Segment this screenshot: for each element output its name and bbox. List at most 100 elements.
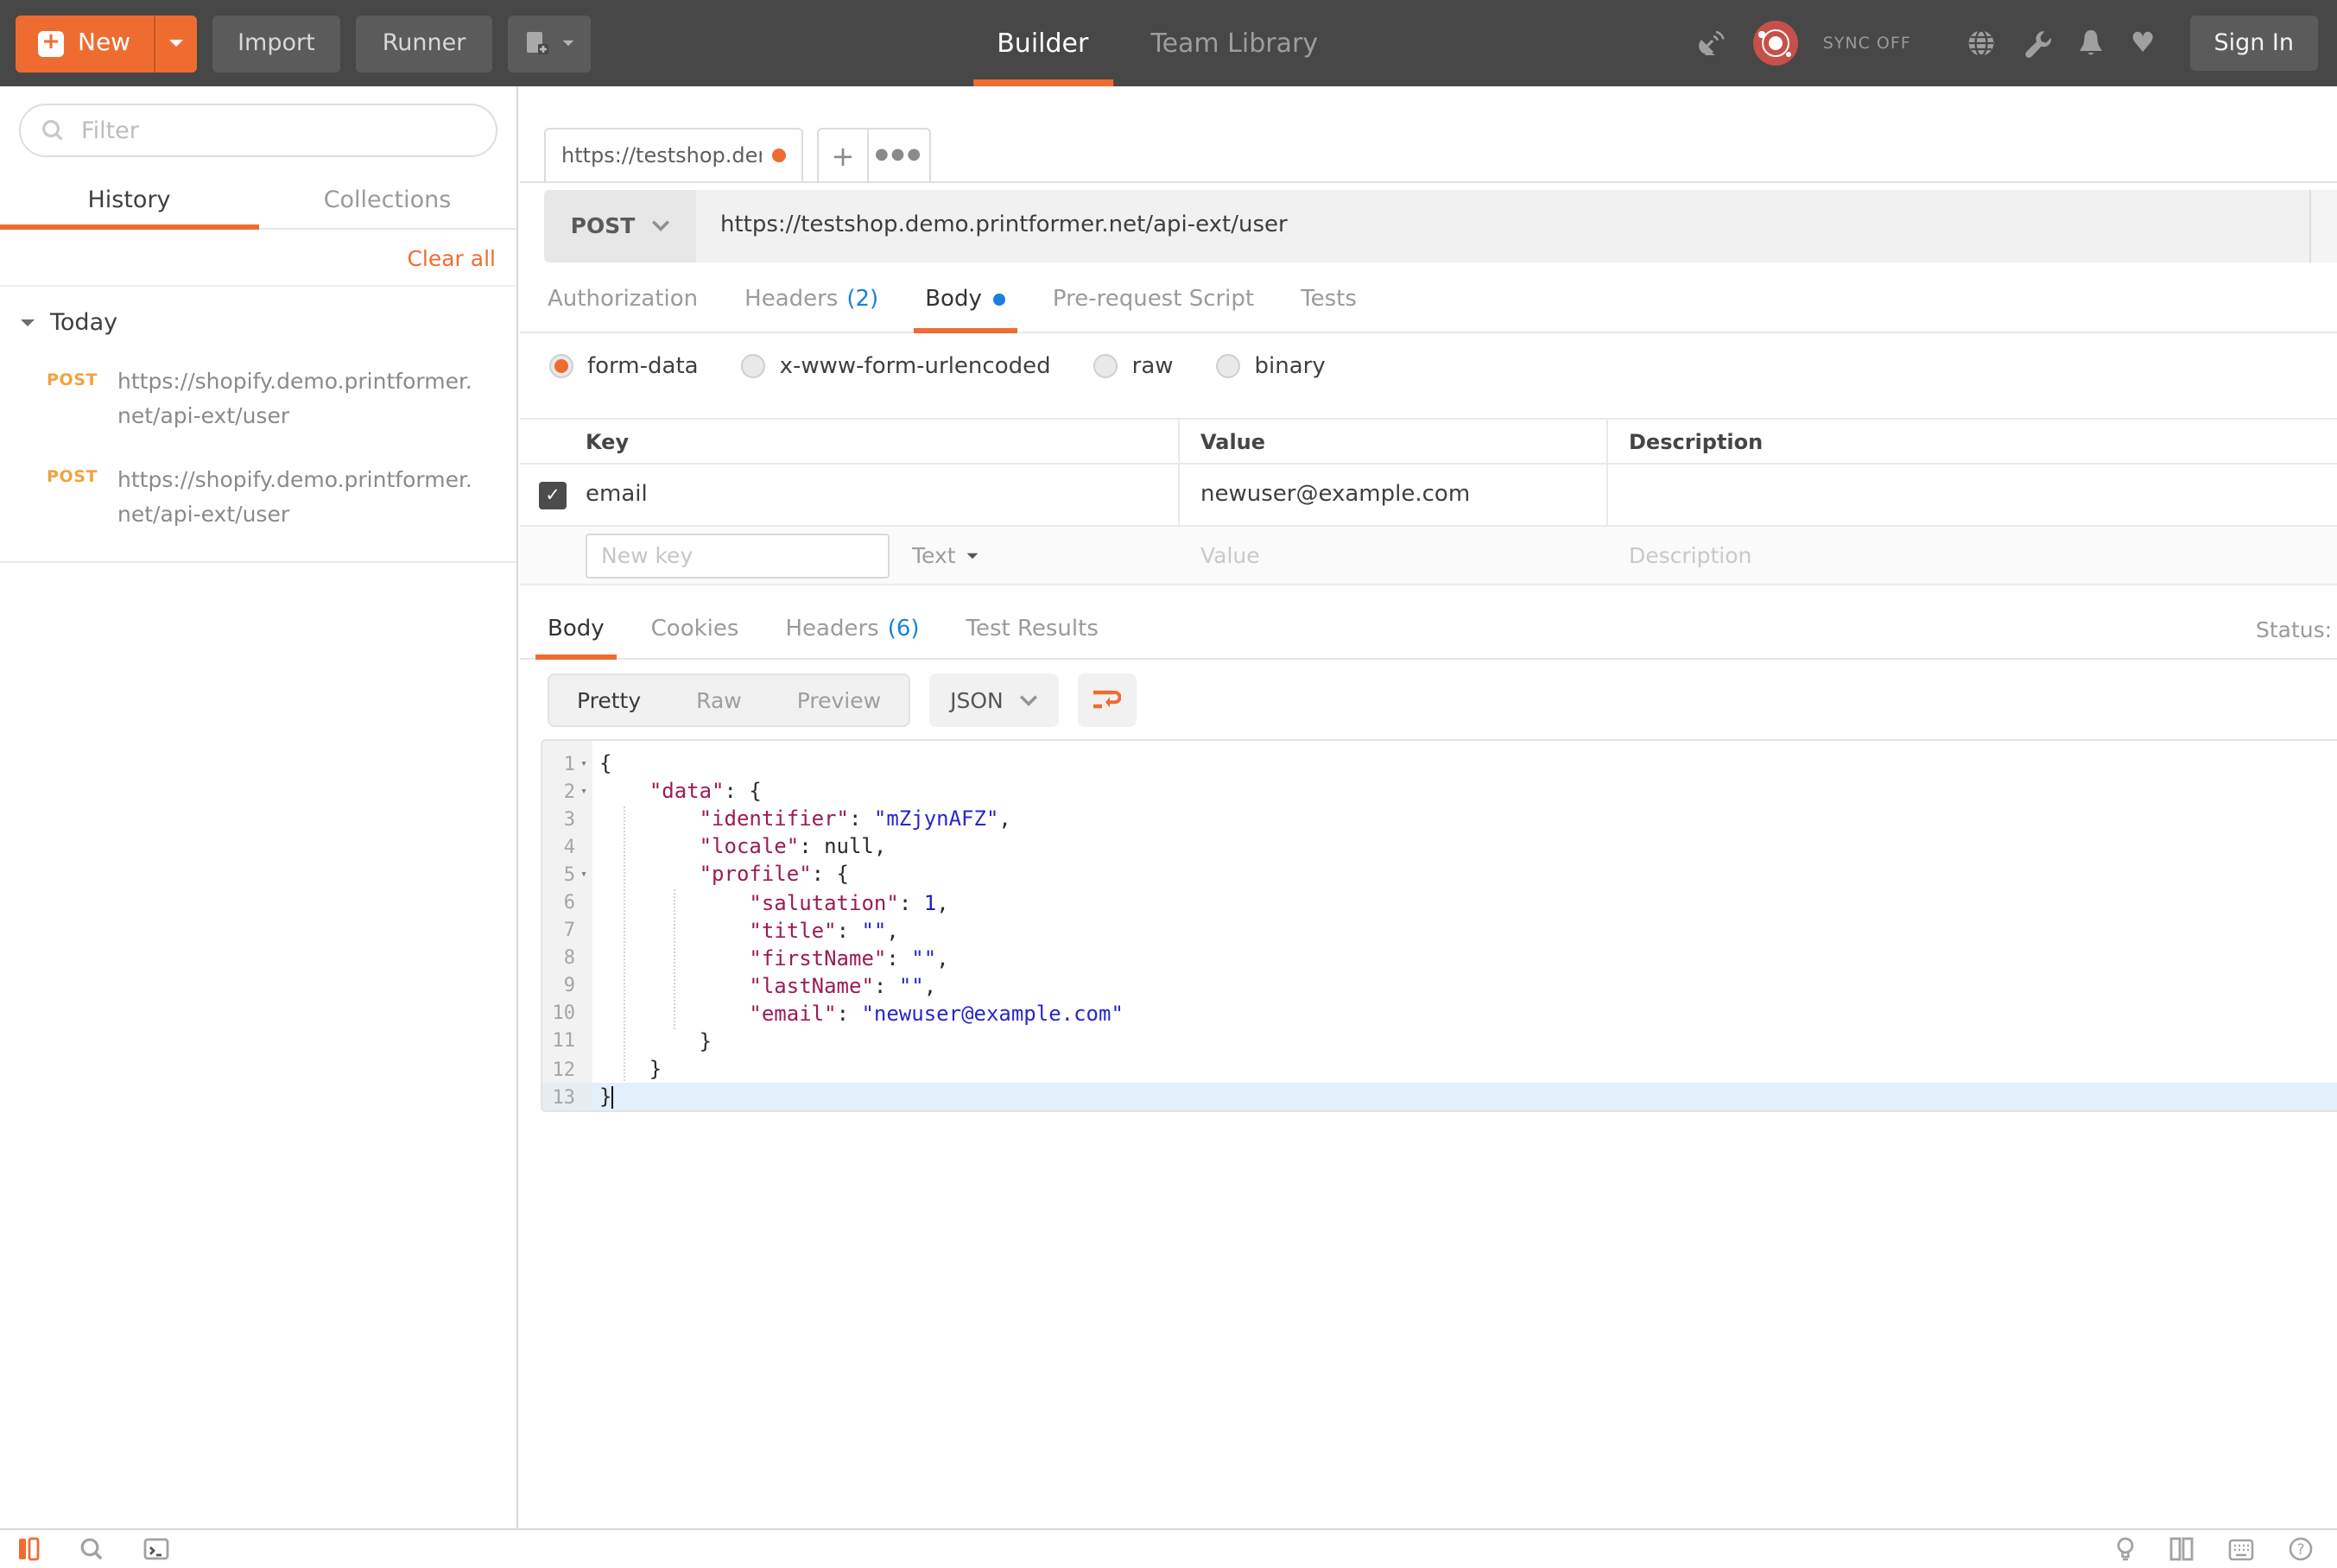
new-value-placeholder[interactable]: Value — [1200, 542, 1260, 568]
new-description-placeholder[interactable]: Description — [1629, 542, 1751, 568]
tab-pre-request-script[interactable]: Pre-request Script — [1053, 268, 1254, 332]
new-window-icon — [522, 29, 550, 57]
new-window-button[interactable] — [507, 15, 590, 72]
code-line: 8 "firstName": "", — [542, 944, 2337, 971]
radio-form-data[interactable]: form-data — [549, 353, 699, 379]
line-number: 5 — [564, 863, 575, 886]
response-meta: Status:201 Created Time:160 ms Size:355 … — [2256, 616, 2337, 642]
fold-arrow-icon[interactable]: ▾ — [575, 756, 592, 770]
split-pane-icon[interactable] — [2169, 1537, 2194, 1561]
code-line: 1▾{ — [542, 749, 2337, 777]
wrap-text-button[interactable] — [1078, 673, 1137, 726]
new-dropdown-button[interactable] — [153, 15, 196, 72]
response-body-viewer: 1▾{2▾ "data": {3 "identifier": "mZjynAFZ… — [541, 739, 2337, 1112]
tab-team-library[interactable]: Team Library — [1126, 0, 1342, 86]
key-cell[interactable]: email — [586, 482, 648, 508]
chevron-down-icon — [562, 41, 573, 46]
request-section-tabs: Authorization Headers(2) Body Pre-reques… — [520, 268, 2337, 333]
tab-tests[interactable]: Tests — [1301, 268, 1357, 332]
line-number: 7 — [564, 919, 575, 941]
language-select[interactable]: JSON — [929, 673, 1059, 726]
history-list: POST https://shopify.demo.printformer.ne… — [0, 352, 516, 563]
add-tab-button[interactable]: + — [817, 128, 869, 181]
sidebar-toggle-icon[interactable] — [17, 1537, 40, 1561]
tab-test-results[interactable]: Test Results — [966, 601, 1099, 658]
history-item[interactable]: POST https://shopify.demo.printformer.ne… — [0, 450, 516, 547]
method-select[interactable]: POST — [544, 189, 696, 262]
history-group-today[interactable]: Today — [0, 287, 516, 352]
url-input[interactable]: https://testshop.demo.printformer.net/ap… — [696, 189, 2308, 262]
filter-input[interactable] — [78, 115, 475, 146]
code-line: 5▾ "profile": { — [542, 861, 2337, 888]
code-lines: 1▾{2▾ "data": {3 "identifier": "mZjynAFZ… — [542, 741, 2337, 1110]
lightbulb-icon[interactable] — [2116, 1536, 2135, 1562]
sidebar: History Collections Clear all Today POST… — [0, 86, 518, 1528]
search-icon[interactable] — [79, 1537, 104, 1561]
request-tab[interactable]: https://testshop.demo — [544, 128, 803, 181]
tab-response-headers[interactable]: Headers(6) — [785, 601, 919, 658]
tab-headers[interactable]: Headers(2) — [744, 268, 878, 332]
tab-authorization[interactable]: Authorization — [548, 268, 698, 332]
headers-count-badge: (6) — [888, 616, 920, 642]
code-line: 6 "salutation": 1, — [542, 888, 2337, 916]
clear-all-link[interactable]: Clear all — [407, 244, 496, 270]
history-item[interactable]: POST https://shopify.demo.printformer.ne… — [0, 352, 516, 450]
line-number: 9 — [564, 975, 575, 997]
bell-icon[interactable] — [2077, 28, 2106, 59]
fold-arrow-icon[interactable]: ▾ — [575, 868, 592, 882]
table-row: ✓ email newuser@example.com — [520, 465, 2337, 527]
globe-icon[interactable] — [1966, 28, 1998, 59]
sign-in-button[interactable]: Sign In — [2189, 16, 2318, 71]
chevron-down-icon — [967, 553, 978, 558]
code-line: 12 } — [542, 1055, 2337, 1083]
search-icon — [41, 119, 64, 142]
code-line: 13} — [542, 1083, 2337, 1110]
params-button[interactable]: Params — [2308, 189, 2337, 262]
new-key-input[interactable] — [586, 533, 890, 578]
fold-arrow-icon[interactable]: ▾ — [575, 784, 592, 798]
value-type-select[interactable]: Text — [912, 542, 980, 568]
tab-response-body[interactable]: Body — [548, 601, 605, 658]
line-number: 4 — [564, 836, 575, 858]
body-indicator-dot — [994, 294, 1006, 306]
history-url: https://shopify.demo.printformer.net/api… — [117, 364, 473, 434]
row-checkbox[interactable]: ✓ — [539, 481, 567, 509]
line-number: 3 — [564, 807, 575, 830]
value-cell[interactable]: newuser@example.com — [1200, 482, 1470, 508]
wrap-text-icon — [1092, 687, 1122, 711]
tab-history[interactable]: History — [0, 173, 258, 228]
view-preview[interactable]: Preview — [770, 686, 909, 712]
heart-icon[interactable]: ♥ — [2131, 29, 2156, 57]
import-button[interactable]: Import — [212, 15, 341, 72]
tab-menu-button[interactable]: ●●● — [869, 128, 931, 181]
line-number: 13 — [553, 1085, 576, 1108]
header-status: SYNC OFF ♥ Sign In — [1697, 16, 2318, 71]
view-mode-group: Pretty Raw Preview — [548, 673, 910, 726]
runner-button[interactable]: Runner — [357, 15, 492, 72]
radio-x-www-form-urlencoded[interactable]: x-www-form-urlencoded — [742, 353, 1051, 379]
tab-body[interactable]: Body — [925, 268, 1006, 332]
tab-builder[interactable]: Builder — [972, 0, 1112, 86]
console-icon[interactable] — [143, 1537, 169, 1561]
tab-collections[interactable]: Collections — [258, 173, 516, 228]
table-new-row: Text Value Description — [520, 527, 2337, 585]
plus-icon: + — [38, 30, 64, 56]
view-raw[interactable]: Raw — [668, 686, 770, 712]
history-group-label: Today — [50, 309, 117, 337]
text-cursor — [611, 1085, 613, 1108]
radio-raw[interactable]: raw — [1094, 353, 1174, 379]
view-pretty[interactable]: Pretty — [549, 686, 668, 712]
new-button[interactable]: + New — [16, 15, 196, 72]
satellite-icon[interactable] — [1697, 28, 1730, 59]
table-header-row: Key Value Description ●●● Bulk Edit — [520, 420, 2337, 465]
line-number: 10 — [553, 1002, 576, 1025]
keyboard-icon[interactable] — [2228, 1538, 2254, 1560]
radio-binary[interactable]: binary — [1217, 353, 1326, 379]
response-section-tabs: Body Cookies Headers(6) Test Results Sta… — [520, 601, 2337, 660]
wrench-icon[interactable] — [2022, 28, 2053, 59]
help-icon[interactable]: ? — [2289, 1537, 2313, 1561]
tab-response-cookies[interactable]: Cookies — [651, 601, 739, 658]
request-tab-title: https://testshop.demo — [561, 143, 762, 168]
chevron-down-icon — [1019, 693, 1038, 705]
postman-sync-logo[interactable] — [1754, 21, 1799, 66]
